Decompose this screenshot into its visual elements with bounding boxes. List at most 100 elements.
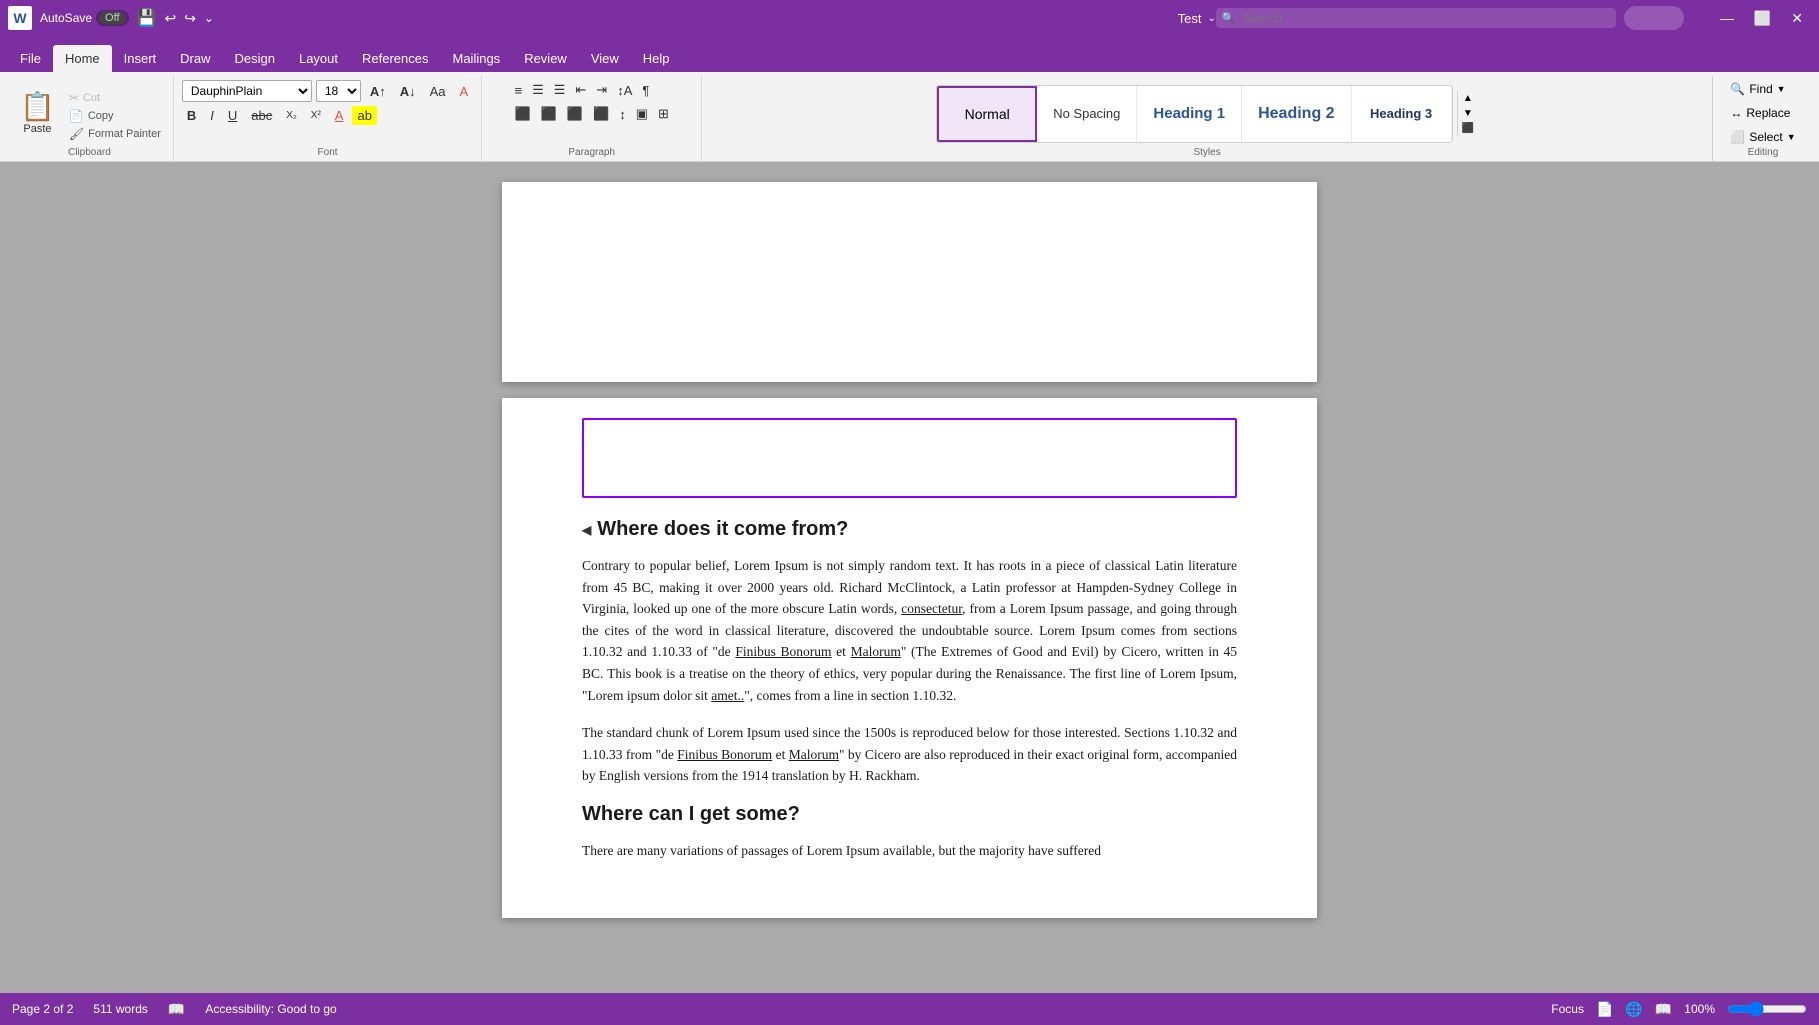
heading-where-get-text: Where can I get some?: [582, 803, 800, 826]
paragraph-content: ≡ ☰ ☰ ⇤ ⇥ ↕A ¶ ⬛ ⬛ ⬛ ⬛ ↕ ▣ ⊞: [510, 76, 672, 147]
close-button[interactable]: ✕: [1783, 8, 1811, 29]
word-icon: W: [8, 6, 32, 30]
style-heading3[interactable]: Heading 3: [1352, 86, 1452, 142]
tab-file[interactable]: File: [8, 45, 53, 72]
font-color-button[interactable]: A: [330, 106, 349, 125]
styles-scroll-down[interactable]: ▼: [1458, 106, 1478, 121]
select-dropdown-icon[interactable]: ▼: [1787, 132, 1796, 142]
quick-access-more[interactable]: ⌄: [204, 11, 214, 25]
style-normal[interactable]: Normal: [937, 86, 1037, 142]
bullets-button[interactable]: ≡: [510, 81, 526, 100]
proofing-icon: 📖: [168, 1001, 185, 1018]
heading-where-get: Where can I get some?: [582, 803, 1237, 826]
focus-button[interactable]: Focus: [1551, 1002, 1584, 1016]
document-name-dropdown[interactable]: ⌄: [1207, 13, 1215, 24]
tab-help[interactable]: Help: [631, 45, 682, 72]
tab-draw[interactable]: Draw: [168, 45, 222, 72]
style-no-spacing[interactable]: No Spacing: [1037, 86, 1137, 142]
copy-button[interactable]: 📄 Copy: [65, 108, 165, 124]
read-mode-icon[interactable]: 📖: [1655, 1001, 1672, 1018]
styles-gallery: Normal No Spacing Heading 1 Heading 2 He…: [936, 85, 1452, 143]
borders-button[interactable]: ⊞: [654, 104, 673, 124]
font-shrink-button[interactable]: A↓: [395, 82, 421, 101]
tab-mailings[interactable]: Mailings: [441, 45, 513, 72]
tab-review[interactable]: Review: [512, 45, 579, 72]
tab-references[interactable]: References: [350, 45, 440, 72]
para-row1: ≡ ☰ ☰ ⇤ ⇥ ↕A ¶: [510, 80, 653, 100]
paste-button[interactable]: 📋 Paste: [14, 89, 61, 139]
bold-button[interactable]: B: [182, 106, 201, 125]
web-layout-icon[interactable]: 🌐: [1625, 1001, 1642, 1018]
zoom-slider[interactable]: [1727, 1001, 1807, 1017]
select-button[interactable]: ⬜ Select ▼: [1726, 128, 1799, 146]
superscript-button[interactable]: X²: [306, 108, 326, 123]
style-heading2[interactable]: Heading 2: [1242, 86, 1351, 142]
styles-more[interactable]: ⬛: [1458, 121, 1478, 136]
save-button[interactable]: 💾: [137, 8, 157, 28]
autosave-toggle[interactable]: Off: [96, 10, 128, 26]
format-painter-button[interactable]: 🖌 Format Painter: [65, 126, 165, 142]
tab-layout[interactable]: Layout: [287, 45, 350, 72]
find-label: Find: [1749, 82, 1772, 96]
title-search-input[interactable]: [1216, 8, 1616, 28]
sort-button[interactable]: ↕A: [613, 81, 636, 100]
paragraph-group: ≡ ☰ ☰ ⇤ ⇥ ↕A ¶ ⬛ ⬛ ⬛ ⬛ ↕ ▣ ⊞ Paragraph: [482, 76, 702, 161]
justify-button[interactable]: ⬛: [589, 104, 613, 124]
styles-scroll: ▲ ▼ ⬛: [1457, 91, 1478, 136]
tab-insert[interactable]: Insert: [112, 45, 169, 72]
find-dropdown-icon[interactable]: ▼: [1777, 84, 1786, 94]
heading-arrow-icon: ◀: [582, 523, 591, 537]
title-bar-left: W AutoSave Off 💾 ↩ ↪ ⌄: [8, 6, 1178, 30]
status-right: Focus 📄 🌐 📖 100%: [1551, 1001, 1807, 1018]
align-right-button[interactable]: ⬛: [563, 104, 587, 124]
find-button[interactable]: 🔍 Find ▼: [1726, 80, 1789, 98]
decrease-indent-button[interactable]: ⇤: [571, 80, 590, 100]
replace-label: Replace: [1746, 106, 1790, 120]
style-heading1-text: Heading 1: [1153, 105, 1225, 122]
restore-button[interactable]: ⬜: [1746, 8, 1779, 29]
font-size-select[interactable]: 18: [316, 80, 361, 102]
redo-button[interactable]: ↪: [184, 10, 196, 27]
print-layout-icon[interactable]: 📄: [1596, 1001, 1613, 1018]
status-bar: Page 2 of 2 511 words 📖 Accessibility: G…: [0, 993, 1819, 1025]
copy-label: Copy: [88, 110, 114, 122]
style-heading1[interactable]: Heading 1: [1137, 86, 1242, 142]
editing-group: 🔍 Find ▼ ↔ Replace ⬜ Select ▼ Editing: [1713, 76, 1813, 161]
styles-scroll-up[interactable]: ▲: [1458, 91, 1478, 106]
subscript-button[interactable]: X₂: [281, 108, 302, 123]
strikethrough-button[interactable]: abc: [246, 106, 277, 125]
align-center-button[interactable]: ⬛: [537, 104, 561, 124]
numbering-button[interactable]: ☰: [528, 80, 548, 100]
cut-label: Cut: [83, 92, 100, 104]
font-clear-button[interactable]: A: [455, 82, 474, 101]
show-hide-button[interactable]: ¶: [638, 81, 653, 100]
tab-design[interactable]: Design: [223, 45, 287, 72]
undo-button[interactable]: ↩: [164, 10, 176, 27]
highlight-button[interactable]: ab: [352, 106, 376, 125]
tab-view[interactable]: View: [579, 45, 631, 72]
multilevel-button[interactable]: ☰: [550, 80, 570, 100]
window-controls: — ⬜ ✕: [1712, 8, 1811, 29]
italic-button[interactable]: I: [205, 106, 219, 125]
font-case-button[interactable]: Aa: [425, 82, 451, 101]
profile-area[interactable]: [1624, 6, 1684, 30]
increase-indent-button[interactable]: ⇥: [592, 80, 611, 100]
clipboard-right: ✂ Cut 📄 Copy 🖌 Format Painter: [65, 86, 165, 142]
align-left-button[interactable]: ⬛: [510, 104, 534, 124]
page-2[interactable]: ◀ Where does it come from? Contrary to p…: [502, 398, 1317, 918]
paste-label: Paste: [23, 123, 51, 135]
font-grow-button[interactable]: A↑: [365, 82, 391, 101]
cut-button[interactable]: ✂ Cut: [65, 90, 165, 106]
line-spacing-button[interactable]: ↕: [615, 105, 630, 124]
tab-home[interactable]: Home: [53, 45, 112, 72]
clipboard-content: 📋 Paste ✂ Cut 📄 Copy 🖌 Format Painter: [14, 76, 165, 147]
minimize-button[interactable]: —: [1712, 8, 1742, 29]
font-name-select[interactable]: DauphinPlain: [182, 80, 312, 102]
malorum-link: Malorum: [851, 644, 901, 659]
shading-button[interactable]: ▣: [632, 104, 652, 124]
copy-icon: 📄: [69, 109, 84, 123]
underline-button[interactable]: U: [223, 106, 242, 125]
styles-label: Styles: [1193, 147, 1220, 161]
replace-button[interactable]: ↔ Replace: [1726, 104, 1794, 122]
clipboard-group: 📋 Paste ✂ Cut 📄 Copy 🖌 Format Painter Cl…: [6, 76, 174, 161]
